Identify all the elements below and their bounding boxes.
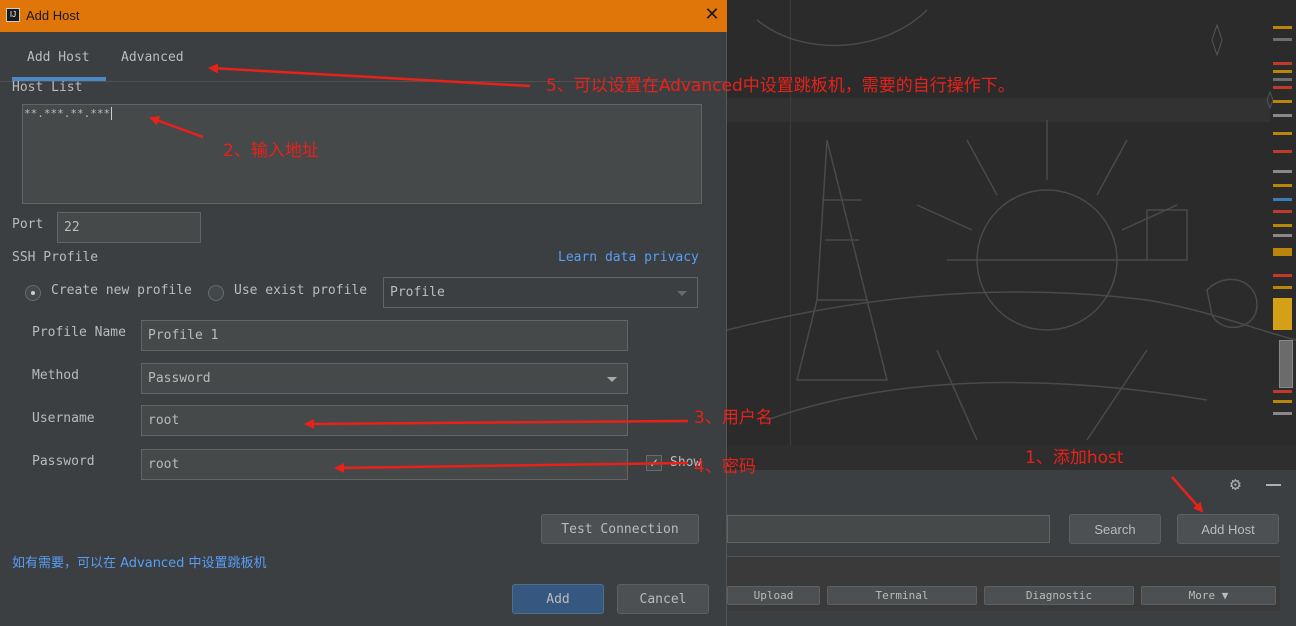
- upload-button[interactable]: Upload: [727, 586, 820, 605]
- profile-select[interactable]: Profile: [383, 277, 698, 308]
- method-select[interactable]: Password: [141, 363, 628, 394]
- annotation-step1: 1、添加host: [1025, 448, 1124, 468]
- username-label: Username: [32, 411, 95, 426]
- use-exist-profile-label[interactable]: Use exist profile: [234, 283, 367, 298]
- text-caret: [111, 107, 113, 120]
- password-value: root: [148, 457, 180, 472]
- annotation-step3: 3、用户名: [694, 408, 773, 428]
- profile-select-value: Profile: [390, 285, 445, 300]
- port-label: Port: [12, 217, 44, 232]
- add-host-button[interactable]: Add Host: [1177, 514, 1279, 544]
- gear-icon[interactable]: ⚙: [1230, 476, 1248, 494]
- advanced-hint-text: 如有需要，可以在 Advanced 中设置跳板机: [12, 556, 267, 571]
- tab-add-host[interactable]: Add Host: [27, 50, 90, 65]
- test-connection-button[interactable]: Test Connection: [541, 514, 699, 544]
- add-button[interactable]: Add: [512, 584, 604, 614]
- ssh-profile-label: SSH Profile: [12, 250, 99, 265]
- profile-name-input[interactable]: Profile 1: [141, 320, 628, 351]
- tab-advanced[interactable]: Advanced: [121, 50, 184, 65]
- password-input[interactable]: root: [141, 449, 628, 480]
- editor-scrollbar-thumb[interactable]: [1279, 340, 1293, 388]
- profile-name-label: Profile Name: [32, 325, 126, 340]
- annotation-step5: 5、可以设置在Advanced中设置跳板机，需要的自行操作下。: [546, 76, 1015, 96]
- host-search-input[interactable]: [727, 515, 1050, 543]
- more-dropdown[interactable]: More ▼: [1141, 586, 1276, 605]
- port-input[interactable]: 22: [57, 212, 201, 243]
- host-list-value: **.***.**.***: [24, 107, 111, 120]
- username-value: root: [148, 413, 180, 428]
- method-dropdown-arrow-icon: [607, 377, 617, 382]
- terminal-button[interactable]: Terminal: [827, 586, 977, 605]
- profile-name-value: Profile 1: [148, 328, 219, 343]
- cancel-button[interactable]: Cancel: [617, 584, 709, 614]
- host-list-textarea[interactable]: **.***.**.***: [22, 104, 702, 204]
- method-value: Password: [148, 371, 211, 386]
- search-button[interactable]: Search: [1069, 514, 1161, 544]
- password-label: Password: [32, 454, 95, 469]
- create-new-profile-radio[interactable]: [25, 285, 41, 301]
- show-password-checkbox[interactable]: ✓: [646, 455, 662, 471]
- annotation-step2: 2、输入地址: [223, 141, 319, 161]
- port-value: 22: [64, 220, 80, 235]
- radio-selected-dot: [31, 291, 35, 295]
- annotation-step4: 4、密码: [694, 457, 756, 477]
- learn-data-privacy-link[interactable]: Learn data privacy: [558, 250, 699, 265]
- diagnostic-button[interactable]: Diagnostic: [984, 586, 1134, 605]
- create-new-profile-label[interactable]: Create new profile: [51, 283, 192, 298]
- close-icon[interactable]: ✕: [702, 4, 722, 26]
- username-input[interactable]: root: [141, 405, 628, 436]
- dialog-titlebar: IJ Add Host ✕: [0, 0, 727, 32]
- method-label: Method: [32, 368, 79, 383]
- panel-header-strip: [727, 445, 1296, 470]
- profile-dropdown-arrow-icon: [677, 291, 687, 296]
- app-icon: IJ: [6, 8, 20, 22]
- use-exist-profile-radio[interactable]: [208, 285, 224, 301]
- host-list-label: Host List: [12, 80, 83, 95]
- minimize-icon[interactable]: [1266, 484, 1281, 486]
- dialog-title: Add Host: [26, 8, 80, 23]
